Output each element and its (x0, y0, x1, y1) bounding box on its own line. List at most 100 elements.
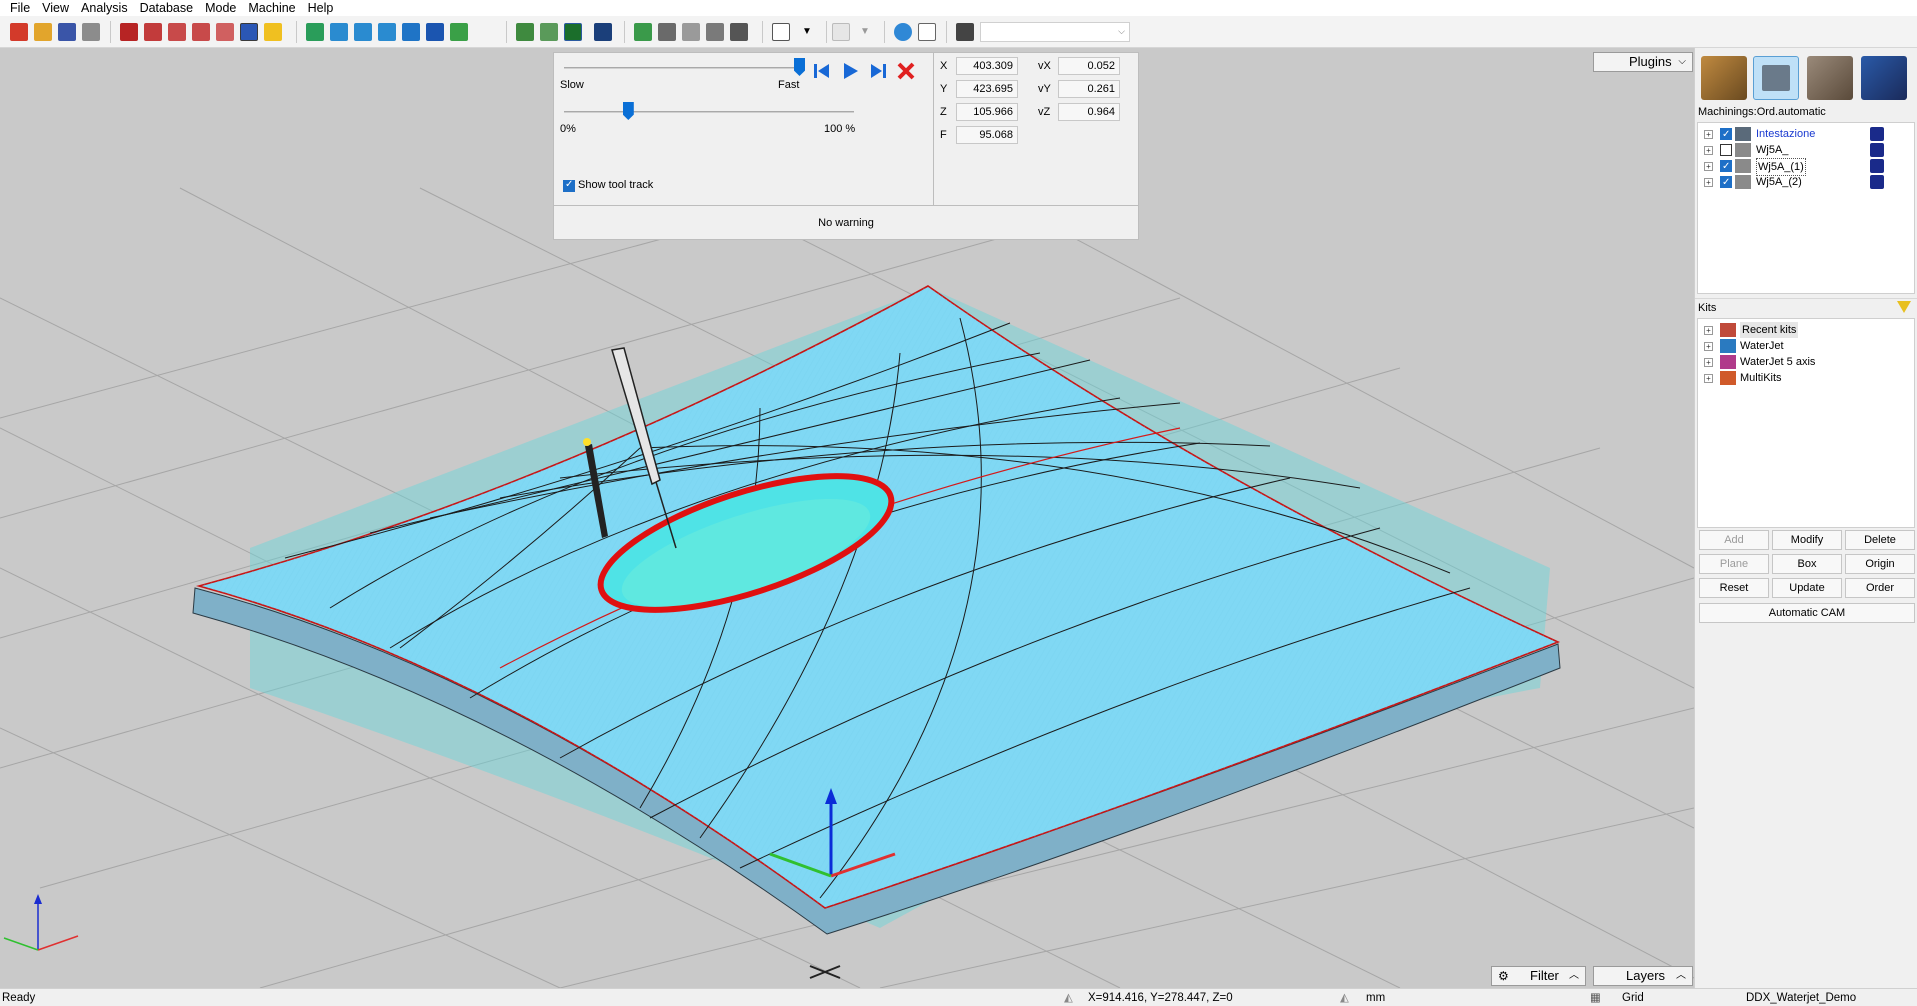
new-file-icon[interactable] (10, 23, 28, 41)
nesting-plugin-icon[interactable] (1861, 56, 1907, 100)
kit-item[interactable]: + WaterJet (1698, 338, 1914, 354)
machining-label: Wj5A_(2) (1756, 176, 1802, 188)
menu-help[interactable]: Help (302, 0, 340, 16)
user-icon[interactable] (894, 23, 912, 41)
shaded-icon[interactable] (564, 23, 582, 41)
menu-mode[interactable]: Mode (199, 0, 242, 16)
lock-icon[interactable] (1870, 127, 1884, 141)
unlock-icon[interactable] (1870, 159, 1884, 173)
progress-slider-thumb[interactable] (622, 102, 634, 120)
view-front-icon[interactable] (330, 23, 348, 41)
add-button[interactable]: Add (1699, 530, 1769, 550)
wireframe-icon[interactable] (516, 23, 534, 41)
show-tool-track-checkbox[interactable] (563, 179, 575, 192)
zoom-out-icon[interactable] (168, 23, 186, 41)
undo-dropdown-icon[interactable]: ▼ (798, 23, 816, 41)
plane-button[interactable]: Plane (1699, 554, 1769, 574)
view-right-icon[interactable] (354, 23, 372, 41)
rotate-view-icon[interactable] (240, 23, 258, 41)
expand-icon[interactable]: + (1704, 178, 1713, 187)
expand-icon[interactable]: + (1704, 342, 1713, 351)
measure-icon[interactable] (682, 23, 700, 41)
play-icon[interactable] (838, 59, 862, 83)
zoom-window-icon[interactable] (120, 23, 138, 41)
machining-item[interactable]: + Wj5A_(1) (1698, 158, 1914, 176)
filter-dropdown[interactable]: ⚙ Filter ︿ (1491, 966, 1586, 986)
box-button[interactable]: Box (1772, 554, 1842, 574)
skip-forward-icon[interactable] (866, 59, 890, 83)
machine-icon[interactable] (658, 23, 676, 41)
vy-label: vY (1038, 83, 1051, 95)
layers-dropdown[interactable]: Layers ︿ (1593, 966, 1693, 986)
light-bulb-icon[interactable] (264, 23, 282, 41)
update-button[interactable]: Update (1772, 578, 1842, 598)
view-left-icon[interactable] (402, 23, 420, 41)
machining-checkbox[interactable] (1720, 159, 1732, 175)
machining-checkbox[interactable] (1720, 144, 1732, 156)
book-icon[interactable] (956, 23, 974, 41)
menu-file[interactable]: File (4, 0, 36, 16)
kit-item[interactable]: + Recent kits (1698, 322, 1914, 338)
filter-icon[interactable] (1897, 301, 1911, 313)
modify-button[interactable]: Modify (1772, 530, 1842, 550)
kit-item[interactable]: + WaterJet 5 axis (1698, 354, 1914, 370)
expand-icon[interactable]: + (1704, 358, 1713, 367)
reset-button[interactable]: Reset (1699, 578, 1769, 598)
order-button[interactable]: Order (1845, 578, 1915, 598)
menu-machine[interactable]: Machine (242, 0, 301, 16)
toolbar-combo[interactable]: ⌵ (980, 22, 1130, 42)
mail-icon[interactable] (918, 23, 936, 41)
redo-icon[interactable] (832, 23, 850, 41)
machining-checkbox[interactable] (1720, 175, 1732, 191)
expand-icon[interactable]: + (1704, 374, 1713, 383)
delete-button[interactable]: Delete (1845, 530, 1915, 550)
z-label: Z (940, 106, 947, 118)
automatic-cam-button[interactable]: Automatic CAM (1699, 603, 1915, 623)
show-tool-track-label[interactable]: Show tool track (578, 179, 653, 191)
menu-database[interactable]: Database (134, 0, 200, 16)
open-folder-icon[interactable] (34, 23, 52, 41)
shield-icon[interactable] (594, 23, 612, 41)
progress-slider-track[interactable] (564, 111, 854, 113)
view-top-icon[interactable] (378, 23, 396, 41)
simulation-controls: Slow Fast 0% 100 % Show tool track (554, 53, 932, 205)
redo-dropdown-icon[interactable]: ▼ (856, 23, 874, 41)
hidden-lines-icon[interactable] (540, 23, 558, 41)
menu-analysis[interactable]: Analysis (75, 0, 134, 16)
unlock-icon[interactable] (1870, 175, 1884, 189)
machining-item[interactable]: + Intestazione (1698, 126, 1914, 143)
speed-slider-track[interactable] (564, 67, 799, 69)
tool-icon[interactable] (730, 23, 748, 41)
material-plugin-icon[interactable] (1807, 56, 1853, 100)
zoom-in-icon[interactable] (192, 23, 210, 41)
machining-item[interactable]: + Wj5A_(2) (1698, 174, 1914, 191)
speed-slider-thumb[interactable] (794, 58, 805, 76)
machining-checkbox[interactable] (1720, 127, 1732, 143)
expand-icon[interactable]: + (1704, 162, 1713, 171)
unlock-icon[interactable] (1870, 143, 1884, 157)
zoom-all-icon[interactable] (144, 23, 162, 41)
cam-plugin-icon[interactable] (1753, 56, 1799, 100)
save-icon[interactable] (58, 23, 76, 41)
simulation-icon[interactable] (634, 23, 652, 41)
menu-view[interactable]: View (36, 0, 75, 16)
status-unit[interactable]: mm (1366, 989, 1385, 1006)
status-grid[interactable]: Grid (1622, 989, 1644, 1006)
print-icon[interactable] (82, 23, 100, 41)
skip-back-icon[interactable] (810, 59, 834, 83)
stop-close-icon[interactable] (894, 59, 918, 83)
cad-plugin-icon[interactable] (1701, 56, 1747, 100)
kit-item[interactable]: + MultiKits (1698, 370, 1914, 386)
analysis-icon[interactable] (706, 23, 724, 41)
undo-icon[interactable] (772, 23, 790, 41)
view-iso-icon[interactable] (306, 23, 324, 41)
expand-icon[interactable]: + (1704, 130, 1713, 139)
view-axes-icon[interactable] (450, 23, 468, 41)
expand-icon[interactable]: + (1704, 146, 1713, 155)
expand-icon[interactable]: + (1704, 326, 1713, 335)
plugins-dropdown[interactable]: Plugins ⌵ (1593, 52, 1693, 72)
pan-hand-icon[interactable] (216, 23, 234, 41)
machining-item[interactable]: + Wj5A_ (1698, 142, 1914, 158)
origin-button[interactable]: Origin (1845, 554, 1915, 574)
view-back-icon[interactable] (426, 23, 444, 41)
